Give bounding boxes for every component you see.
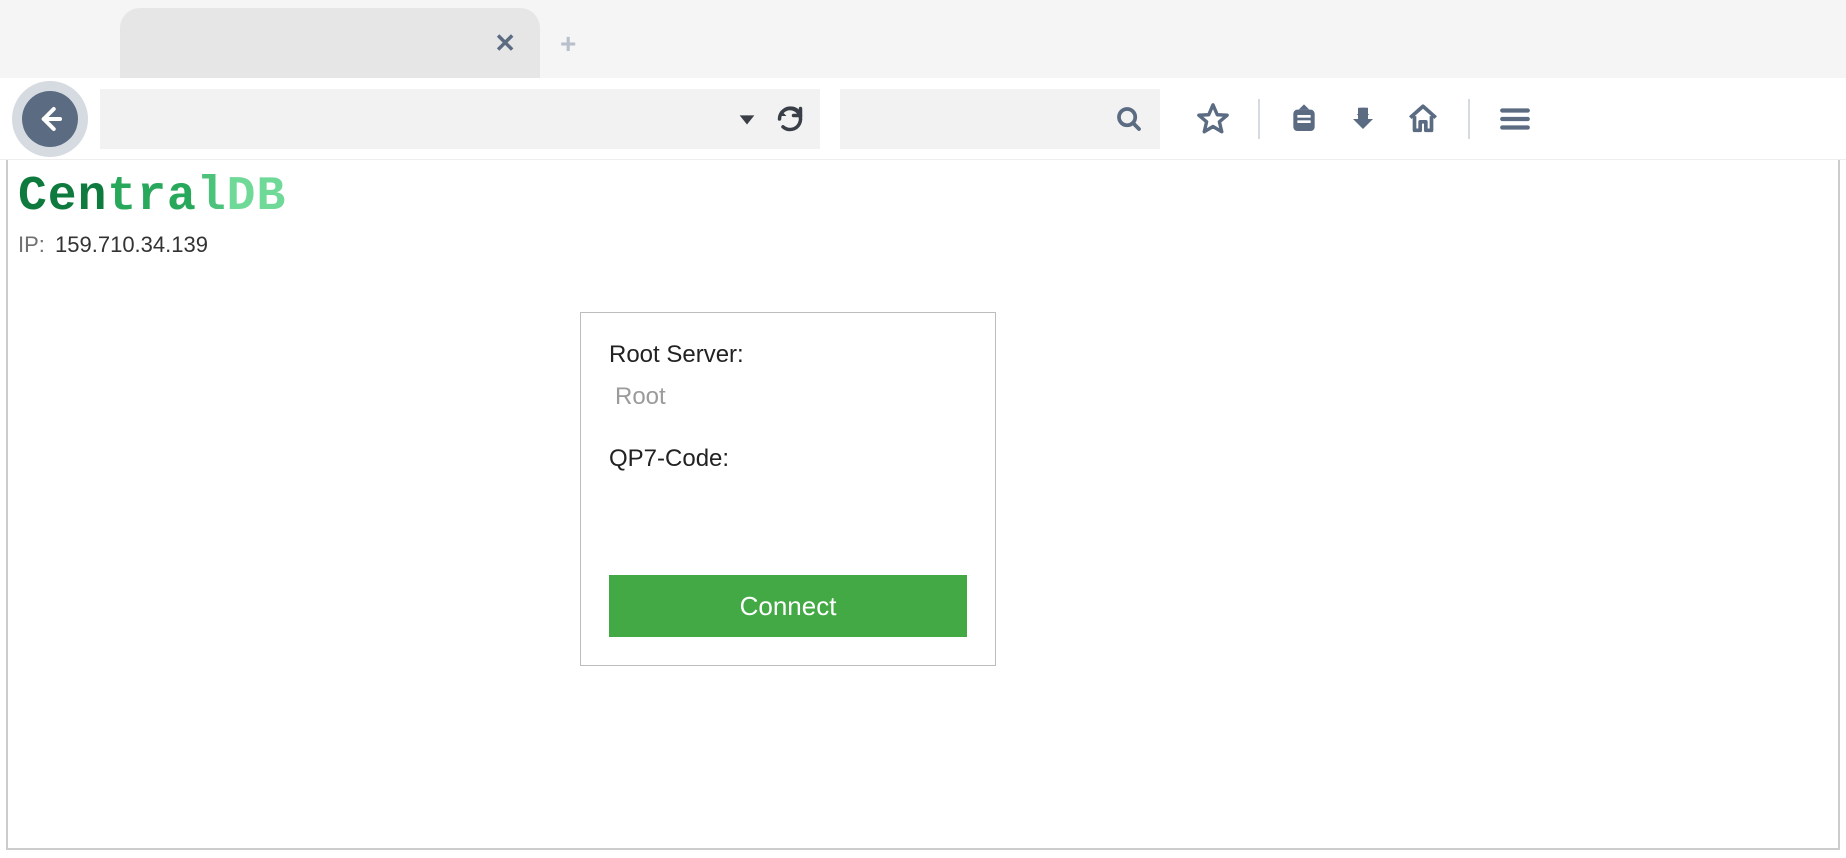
code-label: QP7-Code: bbox=[609, 445, 967, 473]
toolbar-divider bbox=[1468, 99, 1470, 139]
root-server-input[interactable] bbox=[609, 377, 967, 433]
list-icon[interactable] bbox=[1288, 103, 1320, 135]
star-icon[interactable] bbox=[1196, 102, 1230, 136]
code-input[interactable] bbox=[609, 481, 967, 537]
address-bar[interactable] bbox=[100, 89, 820, 149]
home-icon[interactable] bbox=[1406, 102, 1440, 136]
back-button-inner bbox=[22, 91, 78, 147]
root-server-group: Root Server: bbox=[609, 341, 967, 433]
menu-icon[interactable] bbox=[1498, 102, 1532, 136]
ip-value: 159.710.34.139 bbox=[55, 232, 208, 257]
app-logo: CentralDB bbox=[18, 170, 1828, 224]
search-icon[interactable] bbox=[1114, 104, 1144, 134]
new-tab-button[interactable]: + bbox=[560, 28, 576, 60]
toolbar-icon-group bbox=[1196, 99, 1532, 139]
ip-label: IP: bbox=[18, 232, 45, 257]
ip-line: IP: 159.710.34.139 bbox=[18, 232, 1828, 258]
root-server-label: Root Server: bbox=[609, 341, 967, 369]
page-viewport: CentralDB IP: 159.710.34.139 Root Server… bbox=[6, 160, 1840, 850]
back-button[interactable] bbox=[12, 81, 88, 157]
browser-tab[interactable]: ✕ bbox=[120, 8, 540, 78]
browser-toolbar bbox=[0, 78, 1846, 160]
tab-strip: ✕ + bbox=[0, 0, 1846, 78]
dropdown-icon[interactable] bbox=[736, 108, 758, 130]
arrow-left-icon bbox=[35, 104, 65, 134]
code-group: QP7-Code: bbox=[609, 445, 967, 537]
connect-button[interactable]: Connect bbox=[609, 575, 967, 637]
browser-chrome: ✕ + bbox=[0, 0, 1846, 160]
close-icon[interactable]: ✕ bbox=[494, 28, 516, 59]
search-bar[interactable] bbox=[840, 89, 1160, 149]
login-card: Root Server: QP7-Code: Connect bbox=[580, 312, 996, 666]
reload-icon[interactable] bbox=[776, 105, 804, 133]
download-icon[interactable] bbox=[1348, 104, 1378, 134]
toolbar-divider bbox=[1258, 99, 1260, 139]
